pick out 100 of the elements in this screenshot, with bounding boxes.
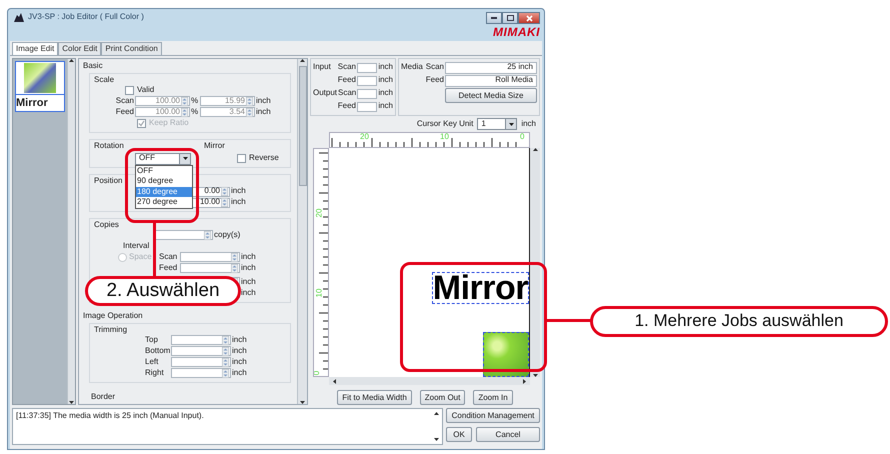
group-label: Output — [313, 89, 338, 98]
number-field[interactable] — [171, 335, 231, 346]
group-title: Position — [94, 177, 122, 186]
scroll-down-icon[interactable] — [69, 401, 74, 404]
caret-icon — [182, 157, 188, 160]
number-field[interactable] — [171, 368, 231, 378]
dropdown-option[interactable]: OFF — [136, 166, 192, 176]
photo-placeholder — [24, 63, 56, 93]
unit-label: % — [191, 96, 199, 106]
close-button[interactable] — [518, 12, 540, 24]
input-field[interactable] — [356, 62, 378, 72]
close-icon — [526, 14, 532, 22]
field-label: Scan — [114, 96, 134, 106]
unit-label: inch — [232, 346, 247, 356]
scroll-up-icon[interactable] — [532, 148, 538, 151]
unit-label: inch — [241, 278, 256, 287]
radio-label: Space — [129, 253, 152, 262]
minimize-icon — [491, 17, 497, 19]
scroll-down-icon[interactable] — [434, 438, 439, 441]
input-field[interactable]: 25 inch — [445, 62, 537, 74]
brand-logo: MIMAKI — [493, 26, 540, 40]
input-field[interactable] — [356, 76, 378, 86]
unit-label: inch — [256, 108, 271, 116]
scrollbar[interactable] — [297, 59, 307, 404]
ok-button[interactable]: OK — [446, 427, 472, 442]
spinner-icon — [222, 368, 229, 378]
ruler-label: 10 — [315, 288, 324, 298]
unit-label: inch — [521, 120, 536, 128]
field-label: Feed — [338, 76, 356, 85]
zoom-button[interactable]: Zoom Out — [420, 390, 466, 405]
input-field[interactable]: Roll Media — [445, 74, 537, 86]
section-title: Image Operation — [83, 312, 143, 321]
unit-label: inch — [232, 358, 247, 366]
scroll-down-icon[interactable] — [300, 401, 305, 404]
number-field[interactable]: 100.00 — [135, 96, 190, 106]
window-title: JV3-SP : Job Editor ( Full Color ) — [28, 13, 144, 22]
group-title: Copies — [94, 221, 119, 230]
unit-label: inch — [232, 368, 247, 378]
scroll-right-icon[interactable] — [523, 378, 526, 384]
number-field[interactable] — [180, 252, 240, 262]
scroll-up-icon[interactable] — [434, 412, 439, 415]
detect-media-size-button[interactable]: Detect Media Size — [445, 88, 537, 103]
scroll-up-icon[interactable] — [300, 59, 305, 62]
zoom-button[interactable]: Fit to Media Width — [337, 390, 412, 405]
dropdown-option[interactable]: 90 degree — [136, 176, 192, 187]
leader-line — [153, 223, 156, 276]
cancel-button[interactable]: Cancel — [476, 427, 540, 442]
maximize-button[interactable] — [502, 12, 518, 24]
number-field[interactable] — [171, 357, 231, 368]
field-label: Interval — [123, 242, 150, 251]
tab[interactable]: Image Edit — [12, 42, 58, 55]
zoom-button[interactable]: Zoom In — [473, 390, 513, 405]
tab[interactable]: Print Condition — [101, 42, 162, 55]
scroll-thumb[interactable] — [298, 66, 306, 186]
group-title: Trimming — [94, 326, 128, 335]
condition-management-button[interactable]: Condition Management — [446, 408, 540, 423]
input-field[interactable] — [356, 102, 378, 112]
unit-label: inch — [232, 336, 247, 344]
field-label: Scan — [424, 63, 444, 72]
group-title: Mirror — [204, 142, 225, 150]
field-label: Scan — [159, 253, 178, 262]
scroll-left-icon[interactable] — [333, 378, 336, 384]
scrollbar[interactable] — [67, 59, 75, 404]
minimize-button[interactable] — [486, 12, 502, 24]
ruler-label: 20 — [315, 208, 324, 218]
checkbox-label: Reverse — [249, 154, 279, 164]
spinner-icon — [222, 336, 229, 345]
number-field[interactable]: 3.54 — [200, 107, 255, 118]
scrollbar[interactable] — [530, 148, 540, 377]
scrollbar[interactable] — [329, 377, 530, 385]
leader-line — [547, 319, 591, 322]
checkbox[interactable] — [125, 86, 134, 95]
unit-label: inch — [241, 289, 256, 298]
spinner-icon — [221, 187, 228, 196]
ruler-label: 10 — [440, 133, 449, 142]
spinner-icon — [231, 252, 238, 262]
field-label: Scan — [338, 89, 356, 98]
number-field[interactable]: 15.99 — [200, 96, 255, 106]
unit-label: inch — [378, 63, 393, 72]
scroll-down-icon[interactable] — [532, 374, 538, 377]
number-field[interactable] — [171, 346, 231, 356]
preview-text[interactable]: Mirror — [432, 272, 529, 304]
photo-placeholder[interactable] — [483, 332, 529, 377]
log-line: [11:37:35] The media width is 25 inch (Manual Input). — [16, 412, 205, 421]
field-label: Bottom — [145, 346, 170, 356]
callout-tooltip: 2. Auswählen — [85, 276, 241, 306]
dropdown-option[interactable]: 180 degree — [136, 186, 192, 198]
spinner-icon — [204, 230, 211, 240]
tab[interactable]: Color Edit — [58, 42, 102, 55]
checkbox[interactable] — [237, 154, 246, 164]
scroll-up-icon[interactable] — [69, 59, 74, 62]
input-field[interactable] — [357, 88, 378, 98]
number-field[interactable] — [153, 230, 213, 240]
unit-label: inch — [378, 76, 393, 85]
number-field[interactable] — [180, 263, 240, 274]
field-label: Feed — [424, 76, 444, 85]
number-field[interactable]: 100.00 — [135, 107, 190, 118]
unit-label: inch — [231, 198, 246, 208]
dropdown[interactable]: 1 — [477, 118, 518, 130]
job-thumbnail[interactable]: Mirror — [15, 61, 65, 112]
